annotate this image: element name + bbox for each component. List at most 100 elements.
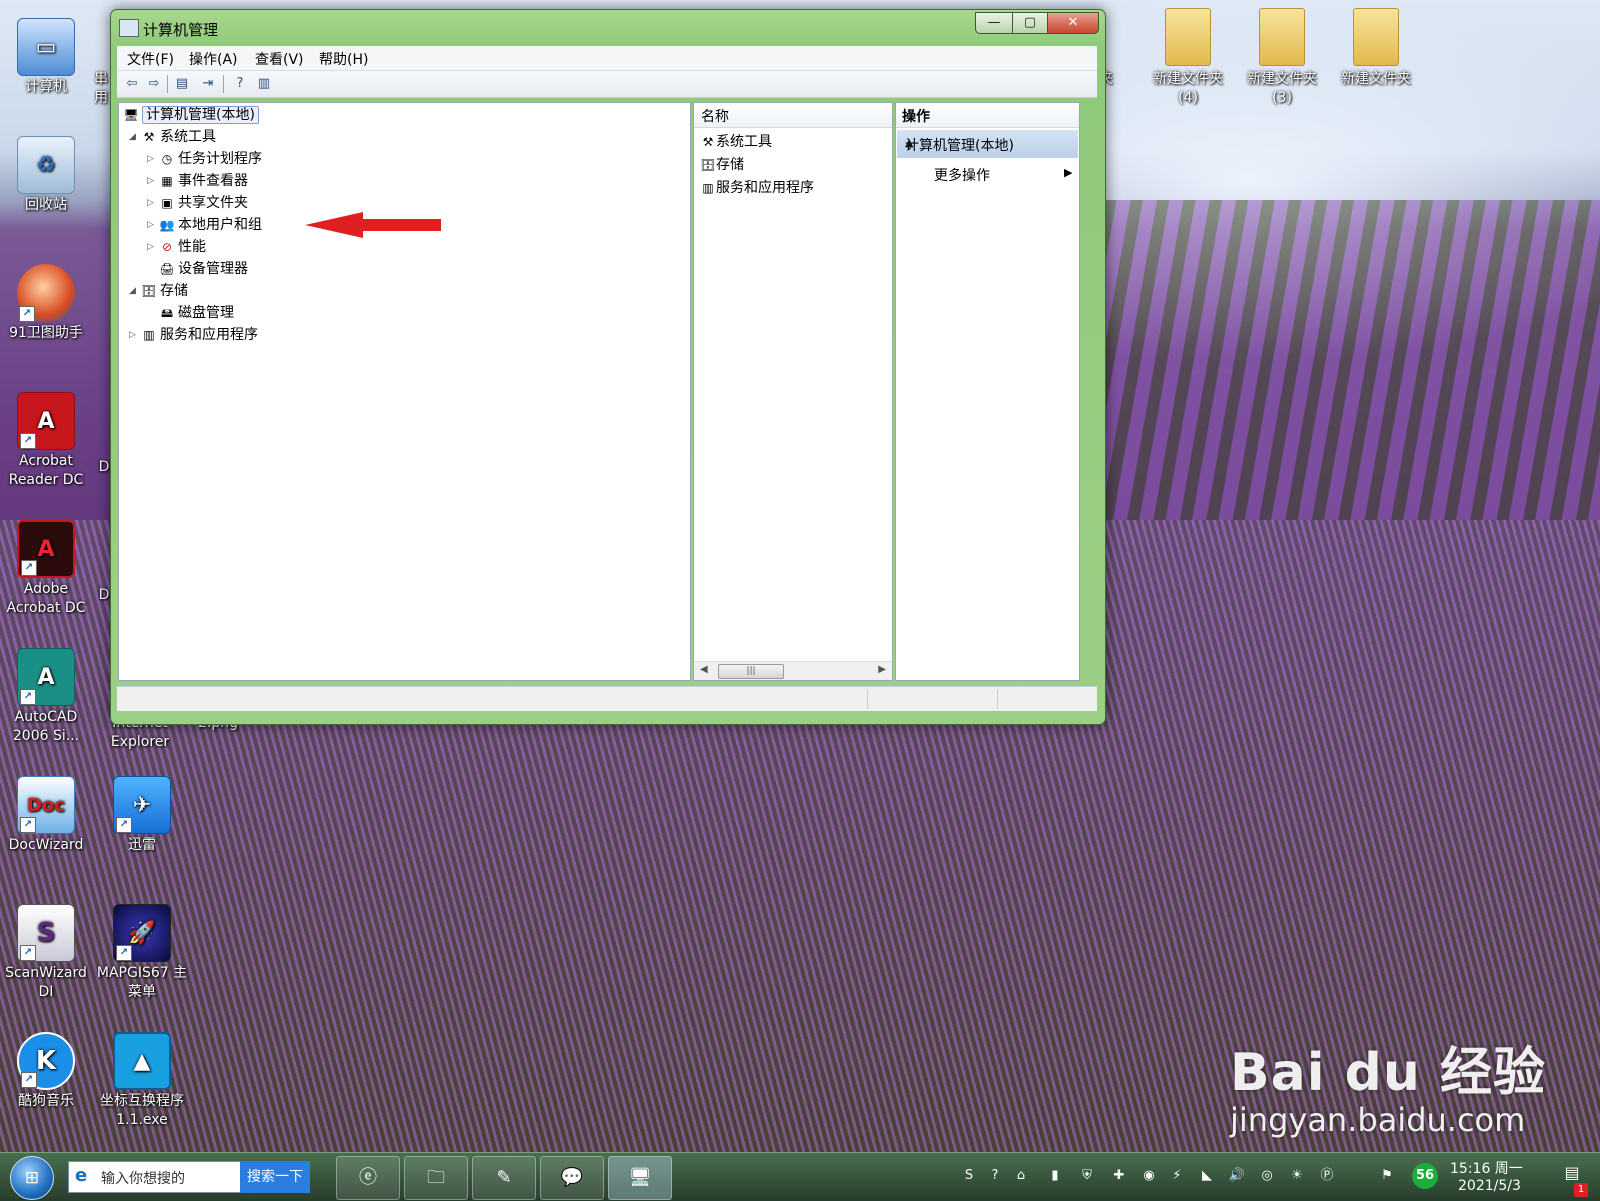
clock-date[interactable]: 2021/5/3 (1458, 1178, 1521, 1194)
tray-badge-icon[interactable]: 56 (1412, 1163, 1438, 1189)
actions-section-computer-management[interactable]: 计算机管理(本地) ▲ (897, 130, 1078, 158)
sogou-input-icon[interactable]: S (960, 1167, 978, 1185)
tools-icon: ⚒ (702, 135, 714, 149)
tree-item-device-manager[interactable]: 🖨 设备管理器 (159, 259, 248, 279)
desktop-icon-xunlei[interactable]: ✈ ↗ 迅雷 (96, 776, 188, 855)
desktop-icon-autocad[interactable]: A ↗ AutoCAD 2006 Si... (0, 648, 92, 746)
mapgis-icon: 🚀 ↗ (113, 904, 171, 962)
expand-triangle-icon[interactable]: ▷ (147, 215, 159, 235)
desktop-icon-acrobat-reader[interactable]: A ↗ Acrobat Reader DC (0, 392, 92, 490)
network-tray-icon[interactable]: ⚡ (1168, 1167, 1186, 1185)
weather-tray-icon[interactable]: ☀ (1288, 1167, 1306, 1185)
language-tray-icon[interactable]: ⌂ (1012, 1167, 1030, 1185)
tree-item-task-scheduler[interactable]: ▷ ◷ 任务计划程序 (147, 149, 262, 169)
computer-management-window[interactable]: 计算机管理 — ▢ ✕ 文件(F) 操作(A) 查看(V) 帮助(H) ⇦ ⇨ … (110, 9, 1106, 725)
wifi-tray-icon[interactable]: ◣ (1198, 1167, 1216, 1185)
desktop-icon-scanwizard[interactable]: S ↗ ScanWizard DI (0, 904, 92, 1002)
taskbar-computer-management-icon[interactable]: 🖥 (608, 1156, 672, 1200)
tree-item-label: 设备管理器 (178, 261, 248, 277)
desktop-icon-label: 酷狗音乐 (18, 1093, 74, 1109)
scroll-thumb[interactable]: ||| (718, 664, 784, 679)
update-tray-icon[interactable]: ◎ (1258, 1167, 1276, 1185)
desktop-icon-91weitu[interactable]: ↗ 91卫图助手 (0, 264, 92, 343)
taskbar-ie-icon[interactable]: ⓔ (336, 1156, 400, 1200)
column-header-name[interactable]: 名称 (694, 103, 892, 128)
disk-icon: 🖴 (160, 306, 174, 320)
minimize-button[interactable]: — (975, 12, 1013, 34)
action-center-flag-icon[interactable]: ⚑ (1378, 1167, 1396, 1185)
list-item[interactable]: 🗄存储 (700, 154, 744, 176)
tree-item-root[interactable]: 🖥 计算机管理(本地) (123, 105, 259, 125)
horizontal-scrollbar[interactable]: ◀ ||| ▶ (694, 661, 892, 680)
menu-file[interactable]: 文件(F) (123, 48, 178, 70)
close-button[interactable]: ✕ (1047, 12, 1099, 34)
desktop-icon-recycle-bin[interactable]: ♻ 回收站 (0, 136, 92, 215)
expand-triangle-icon[interactable]: ▷ (129, 325, 141, 345)
actions-header: 操作 (896, 103, 1079, 128)
show-action-pane-icon[interactable]: ▥ (255, 75, 273, 93)
usb-tray-icon[interactable]: ▮ (1046, 1167, 1064, 1185)
desktop-icon-label: AutoCAD 2006 Si... (12, 709, 80, 744)
more-actions-item[interactable]: 更多操作 (934, 165, 990, 185)
tree-item-services-apps[interactable]: ▷ ▥ 服务和应用程序 (129, 325, 258, 345)
desktop-icon-coord[interactable]: ▲ 坐标互换程序 1.1.exe (96, 1032, 188, 1130)
desktop-icon-label: Adobe Acrobat DC (6, 581, 86, 616)
scroll-right-icon[interactable]: ▶ (878, 664, 886, 675)
p-tray-icon[interactable]: Ⓟ (1318, 1167, 1336, 1185)
desktop-icon-label: 坐标互换程序 1.1.exe (100, 1093, 184, 1128)
expand-triangle-icon[interactable]: ▷ (147, 171, 159, 191)
tree-item-disk-management[interactable]: 🖴 磁盘管理 (159, 303, 234, 323)
taskbar-wechat-icon[interactable]: 💬 (540, 1156, 604, 1200)
actions-header-label: 操作 (902, 109, 930, 125)
security-shield-icon[interactable]: ⛨ (1078, 1167, 1096, 1185)
tree-item-performance[interactable]: ▷ ⊘ 性能 (147, 237, 206, 257)
collapse-up-icon[interactable]: ▲ (905, 136, 1070, 149)
list-item[interactable]: ▥ 服务和应用程序 (700, 177, 814, 199)
scroll-left-icon[interactable]: ◀ (700, 664, 708, 675)
desktop-icon-computer[interactable]: ▭ 计算机 (0, 18, 92, 97)
collapse-triangle-icon[interactable]: ◢ (129, 127, 141, 147)
menu-help[interactable]: 帮助(H) (315, 48, 372, 70)
desktop-icon-label: 新建文件夹 (3) (1247, 71, 1317, 106)
desktop-folder[interactable]: 新建文件夹 (1330, 8, 1422, 89)
console-tree: 🖥 计算机管理(本地) ◢ ⚒ 系统工具 ▷ ◷ 任务计划程序 ▷ ▦ 事件查看器 ▷ ▣ 共享文… (118, 102, 691, 681)
app-tray-icon[interactable]: ◉ (1140, 1167, 1158, 1185)
taskbar-notepad-icon[interactable]: ✎ (472, 1156, 536, 1200)
search-input[interactable]: e 输入你想搜的 (68, 1161, 242, 1193)
tree-item-label: 系统工具 (160, 129, 216, 145)
expand-triangle-icon[interactable]: ▷ (147, 193, 159, 213)
tree-item-shared-folders[interactable]: ▷ ▣ 共享文件夹 (147, 193, 248, 213)
title-bar[interactable]: 计算机管理 — ▢ ✕ (111, 10, 1105, 46)
desktop-icon-kugou[interactable]: K ↗ 酷狗音乐 (0, 1032, 92, 1111)
taskbar: ⊞ e 输入你想搜的 搜索一下 ⓔ 🗀 ✎ 💬 🖥 S ? ⌂ ▮ ⛨ ✚ ◉ … (0, 1152, 1600, 1201)
start-button[interactable]: ⊞ (10, 1156, 54, 1200)
maximize-button[interactable]: ▢ (1012, 12, 1048, 34)
volume-icon[interactable]: 🔊 (1228, 1167, 1246, 1185)
desktop-folder-4[interactable]: 新建文件夹 (4) (1142, 8, 1234, 108)
show-hide-tree-icon[interactable]: ▤ (173, 75, 191, 93)
clock-time[interactable]: 15:16 周一 (1450, 1158, 1523, 1178)
help-icon[interactable]: ? (231, 75, 249, 93)
expand-triangle-icon[interactable]: ▷ (147, 237, 159, 257)
back-arrow-icon[interactable]: ⇦ (123, 75, 141, 93)
forward-arrow-icon[interactable]: ⇨ (145, 75, 163, 93)
expand-triangle-icon[interactable]: ▷ (147, 149, 159, 169)
search-button[interactable]: 搜索一下 (240, 1161, 310, 1193)
menu-view[interactable]: 查看(V) (251, 48, 308, 70)
collapse-triangle-icon[interactable]: ◢ (129, 281, 141, 301)
desktop-icon-adobe-acrobat[interactable]: A ↗ Adobe Acrobat DC (0, 520, 92, 618)
menu-action[interactable]: 操作(A) (185, 48, 242, 70)
export-list-icon[interactable]: ⇥ (199, 75, 217, 93)
tree-item-storage[interactable]: ◢ 🗄 存储 (129, 281, 188, 301)
tree-item-system-tools[interactable]: ◢ ⚒ 系统工具 (129, 127, 216, 147)
desktop-folder-3[interactable]: 新建文件夹 (3) (1236, 8, 1328, 108)
desktop-icon-docwizard[interactable]: Doc ↗ DocWizard (0, 776, 92, 855)
shortcut-arrow-icon: ↗ (20, 433, 36, 449)
tree-item-local-users-groups[interactable]: ▷ 👥 本地用户和组 (147, 215, 262, 235)
tree-item-event-viewer[interactable]: ▷ ▦ 事件查看器 (147, 171, 248, 191)
desktop-icon-mapgis[interactable]: 🚀 ↗ MAPGIS67 主菜单 (96, 904, 188, 1002)
taskbar-explorer-icon[interactable]: 🗀 (404, 1156, 468, 1200)
help-tray-icon[interactable]: ? (986, 1167, 1004, 1185)
security-plus-icon[interactable]: ✚ (1110, 1167, 1128, 1185)
list-item[interactable]: ⚒ 系统工具 (700, 131, 772, 153)
